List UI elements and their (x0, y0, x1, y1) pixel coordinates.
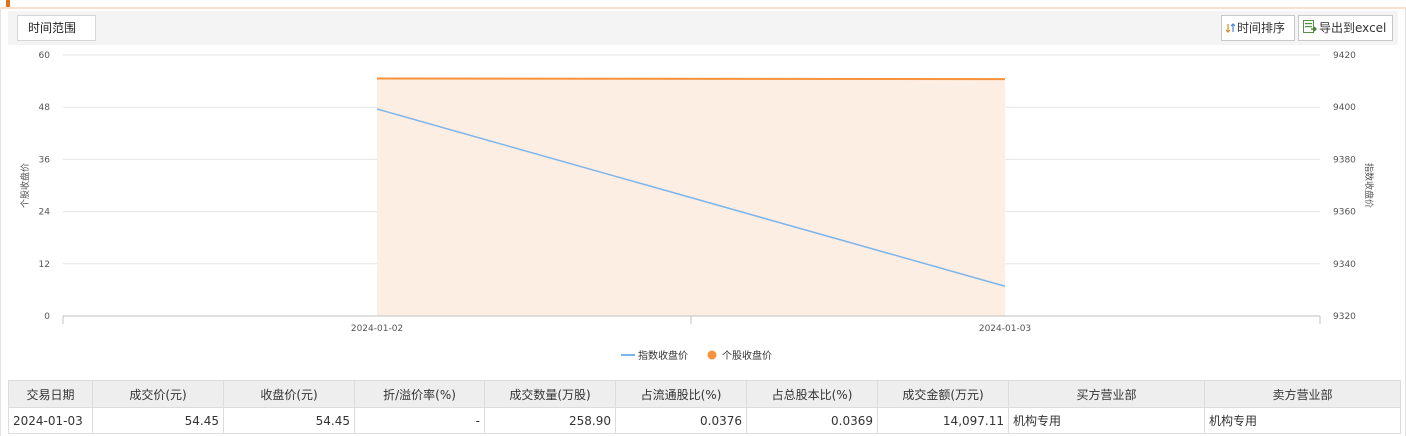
col-header-volume: 成交数量(万股) (484, 380, 616, 408)
right-axis-tick-label: 9420 (1333, 51, 1356, 61)
time-range-button[interactable]: 时间范围 (17, 15, 96, 41)
block-trade-table: 交易日期 成交价(元) 收盘价(元) 折/溢价率(%) 成交数量(万股) 占流通… (8, 380, 1401, 434)
left-axis-tick-label: 24 (39, 208, 51, 218)
cell-premium-rate: - (354, 407, 485, 434)
col-header-buyer: 买方营业部 (1008, 380, 1205, 408)
table-header-row: 交易日期 成交价(元) 收盘价(元) 折/溢价率(%) 成交数量(万股) 占流通… (8, 380, 1401, 408)
legend-stock-symbol (707, 350, 717, 360)
excel-icon (1303, 17, 1317, 41)
chart-toolbar: 时间范围 时间排序 导出到excel (8, 11, 1398, 45)
cell-close-price: 54.45 (223, 407, 355, 434)
cell-float-ratio: 0.0376 (615, 407, 747, 434)
right-axis-tick-label: 9360 (1333, 208, 1356, 218)
cell-total-ratio: 0.0369 (746, 407, 878, 434)
time-sort-label: 时间排序 (1237, 21, 1286, 35)
section-marker (6, 0, 10, 7)
export-excel-label: 导出到excel (1319, 21, 1387, 35)
right-axis-title: 指数收盘价 (1363, 163, 1375, 208)
legend-index-label: 指数收盘价 (638, 349, 688, 362)
right-axis-tick-label: 9320 (1333, 312, 1356, 322)
col-header-seller: 卖方营业部 (1204, 380, 1401, 408)
col-header-trade-price: 成交价(元) (92, 380, 224, 408)
cell-trade-price: 54.45 (92, 407, 224, 434)
right-axis-tick-label: 9340 (1333, 260, 1356, 270)
right-axis-tick-label: 9400 (1333, 103, 1356, 113)
col-header-float-ratio: 占流通股比(%) (615, 380, 747, 408)
sort-icon (1225, 17, 1236, 41)
cell-trade-date: 2024-01-03 (8, 407, 93, 434)
col-header-amount: 成交金额(万元) (877, 380, 1009, 408)
legend-stock-label: 个股收盘价 (722, 349, 772, 362)
cell-volume: 258.90 (484, 407, 616, 434)
col-header-premium-rate: 折/溢价率(%) (354, 380, 485, 408)
left-axis-tick-label: 36 (39, 155, 51, 165)
left-axis-tick-label: 60 (39, 51, 51, 61)
left-axis-tick-label: 48 (39, 103, 51, 113)
col-header-trade-date: 交易日期 (8, 380, 93, 408)
time-sort-button[interactable]: 时间排序 (1221, 15, 1295, 41)
export-excel-button[interactable]: 导出到excel (1298, 15, 1393, 41)
cell-amount: 14,097.11 (877, 407, 1009, 434)
left-axis-title: 个股收盘价 (19, 163, 31, 208)
col-header-total-ratio: 占总股本比(%) (746, 380, 878, 408)
chart-legend[interactable]: 指数收盘价 个股收盘价 (621, 349, 772, 362)
x-axis-tick-label: 2024-01-03 (979, 324, 1031, 334)
price-chart: 60 9420 48 9400 36 9380 24 9360 12 9340 0 9320 2024-… (19, 51, 1375, 362)
stock-close-line (376, 77, 1006, 81)
col-header-close-price: 收盘价(元) (223, 380, 355, 408)
table-row: 2024-01-03 54.45 54.45 - 258.90 0.0376 0… (8, 407, 1401, 434)
cell-seller[interactable]: 机构专用 (1204, 407, 1401, 434)
right-axis-tick-label: 9380 (1333, 155, 1356, 165)
left-axis-tick-label: 12 (39, 260, 50, 270)
left-axis-tick-label: 0 (44, 312, 50, 322)
x-axis-tick-label: 2024-01-02 (351, 324, 403, 334)
cell-buyer[interactable]: 机构专用 (1008, 407, 1205, 434)
section-header-strip (0, 0, 1406, 9)
